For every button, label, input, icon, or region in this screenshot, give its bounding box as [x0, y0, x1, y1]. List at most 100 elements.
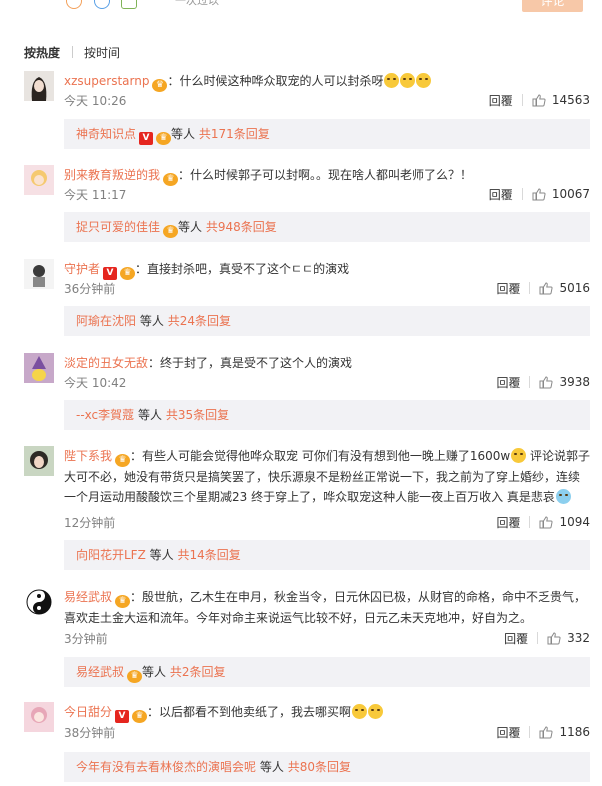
- sub-reply-username[interactable]: 捉只可爱的佳佳: [76, 220, 160, 234]
- sub-reply-count[interactable]: 共80条回复: [288, 760, 351, 774]
- sub-reply-username[interactable]: 向阳花开LFZ: [76, 548, 146, 562]
- sub-reply-suffix: 等人: [139, 314, 164, 328]
- reply-button[interactable]: 回覆: [504, 630, 528, 647]
- avatar[interactable]: [24, 71, 54, 101]
- sleepy-emoji-icon: [416, 73, 432, 88]
- top-toolbar: 一次过以 评论: [0, 0, 602, 14]
- comment-actions: 回覆 332: [504, 630, 590, 646]
- sub-reply-count[interactable]: 共35条回复: [166, 408, 229, 422]
- action-divider: [521, 94, 523, 106]
- action-divider: [521, 188, 523, 200]
- sub-reply-count[interactable]: 共171条回复: [199, 127, 270, 141]
- sub-replies-box[interactable]: 阿瑜在沈阳 等人 共24条回复: [64, 306, 590, 336]
- reply-button[interactable]: 回覆: [489, 186, 513, 203]
- thumbs-up-icon[interactable]: [539, 725, 553, 739]
- username-link[interactable]: 淡定的丑女无敌: [64, 356, 148, 370]
- reply-button[interactable]: 回覆: [496, 724, 520, 741]
- sub-reply-count[interactable]: 共24条回复: [168, 314, 231, 328]
- comment-text: ：终于封了，真是受不了这个人的演戏: [148, 356, 353, 370]
- sub-reply-username[interactable]: 易经武叔: [76, 665, 124, 679]
- comment-time: 38分钟前: [64, 726, 116, 740]
- crown-icon: ♛: [115, 595, 131, 608]
- avatar[interactable]: [24, 446, 54, 476]
- comment-actions: 回覆 1094: [496, 514, 590, 530]
- username-link[interactable]: 陛下系我: [64, 449, 112, 463]
- avatar[interactable]: [24, 587, 54, 617]
- sub-reply-username[interactable]: 神奇知识点: [76, 127, 136, 141]
- like-count: 1094: [559, 515, 590, 529]
- comment-text: ：什么时候郭子可以封啊。。现在啥人都叫老师了么？！: [178, 168, 473, 182]
- comment-time: 3分钟前: [64, 632, 108, 646]
- sub-reply-count[interactable]: 共948条回复: [206, 220, 277, 234]
- comment-content: 守护者 V ♛ ：直接封杀吧，真受不了这个ㄷㄷ的演戏: [64, 259, 590, 280]
- sub-replies-box[interactable]: 捉只可爱的佳佳 ♛ 等人 共948条回复: [64, 212, 590, 242]
- sub-reply-username[interactable]: 阿瑜在沈阳: [76, 314, 136, 328]
- comment-text: ：直接封杀吧，真受不了这个ㄷㄷ的演戏: [135, 262, 350, 276]
- comment-content: 淡定的丑女无敌：终于封了，真是受不了这个人的演戏: [64, 353, 590, 373]
- sub-reply-count[interactable]: 共14条回复: [177, 548, 240, 562]
- emoji-icon[interactable]: [66, 0, 82, 9]
- checkbox-icon[interactable]: [121, 0, 137, 9]
- comment-content: 陛下系我 ♛ ：有些人可能会觉得他哗众取宠 可你们有没有想到他一晚上赚了1600w …: [64, 446, 590, 507]
- reply-button[interactable]: 回覆: [489, 92, 513, 109]
- sub-reply-count[interactable]: 共2条回复: [170, 665, 226, 679]
- sub-reply-username[interactable]: 今年有没有去看林俊杰的演唱会呢: [76, 760, 256, 774]
- reply-button[interactable]: 回覆: [496, 514, 520, 531]
- avatar[interactable]: [24, 259, 54, 289]
- sub-replies-box[interactable]: 今年有没有去看林俊杰的演唱会呢 等人 共80条回复: [64, 752, 590, 782]
- reply-button[interactable]: 回覆: [496, 374, 520, 391]
- crown-icon: ♛: [120, 267, 136, 280]
- comment-actions: 回覆 1186: [496, 724, 590, 740]
- avatar[interactable]: [24, 353, 54, 383]
- smile-emoji-icon: [368, 704, 384, 719]
- comment-content: xzsuperstarnp ♛ ：什么时候这种哗众取宠的人可以封杀呀: [64, 71, 590, 92]
- thumbs-up-icon[interactable]: [539, 281, 553, 295]
- verified-v-icon: V: [103, 267, 118, 280]
- crown-icon: ♛: [163, 173, 179, 186]
- thumbs-up-icon[interactable]: [539, 375, 553, 389]
- avatar[interactable]: [24, 702, 54, 732]
- verified-v-icon: V: [139, 132, 154, 145]
- action-divider: [529, 282, 531, 294]
- username-link[interactable]: 别来教育叛逆的我: [64, 168, 160, 182]
- top-option-text: 一次过以: [175, 0, 219, 7]
- sub-replies-box[interactable]: --xc李賀蔻 等人 共35条回复: [64, 400, 590, 430]
- smile-emoji-icon: [352, 704, 368, 719]
- sleepy-emoji-icon: [384, 73, 400, 88]
- sub-reply-suffix: 等人: [259, 760, 284, 774]
- like-count: 1186: [559, 725, 590, 739]
- comment-actions: 回覆 14563: [489, 92, 590, 108]
- reply-button[interactable]: 回覆: [496, 280, 520, 297]
- action-divider: [529, 516, 531, 528]
- tab-time[interactable]: 按时间: [84, 44, 120, 61]
- username-link[interactable]: xzsuperstarnp: [64, 74, 149, 88]
- sub-replies-box[interactable]: 向阳花开LFZ 等人 共14条回复: [64, 540, 590, 570]
- comment-content: 别来教育叛逆的我 ♛ ：什么时候郭子可以封啊。。现在啥人都叫老师了么？！: [64, 165, 590, 186]
- tab-divider: [72, 46, 74, 58]
- smile-emoji-icon: [511, 448, 527, 463]
- sub-reply-username[interactable]: --xc李賀蔻: [76, 408, 134, 422]
- thumbs-up-icon[interactable]: [539, 515, 553, 529]
- username-link[interactable]: 易经武叔: [64, 590, 112, 604]
- thumbs-up-icon[interactable]: [532, 93, 546, 107]
- action-divider: [529, 726, 531, 738]
- comment-submit-button[interactable]: 评论: [522, 0, 583, 12]
- avatar[interactable]: [24, 165, 54, 195]
- crown-icon: ♛: [156, 132, 172, 145]
- sub-replies-box[interactable]: 易经武叔 ♛ 等人 共2条回复: [64, 657, 590, 687]
- comment-actions: 回覆 5016: [496, 280, 590, 296]
- thumbs-up-icon[interactable]: [547, 631, 561, 645]
- comment-content: 易经武叔 ♛ ：殷世航，乙木生在申月，秋金当令，日元休囚已极，从财官的命格，命中不乏…: [64, 587, 590, 628]
- sub-replies-box[interactable]: 神奇知识点 V ♛ 等人 共171条回复: [64, 119, 590, 149]
- action-divider: [537, 632, 539, 644]
- comment-time: 12分钟前: [64, 516, 116, 530]
- comment-time: 今天 10:26: [64, 94, 127, 108]
- tab-hot[interactable]: 按热度: [24, 44, 60, 61]
- thumbs-up-icon[interactable]: [532, 187, 546, 201]
- username-link[interactable]: 今日甜分: [64, 705, 112, 719]
- username-link[interactable]: 守护者: [64, 262, 100, 276]
- picture-icon[interactable]: [94, 0, 110, 9]
- crown-icon: ♛: [163, 225, 179, 238]
- sort-tabs: 按热度 按时间: [24, 44, 120, 60]
- crown-icon: ♛: [152, 79, 168, 92]
